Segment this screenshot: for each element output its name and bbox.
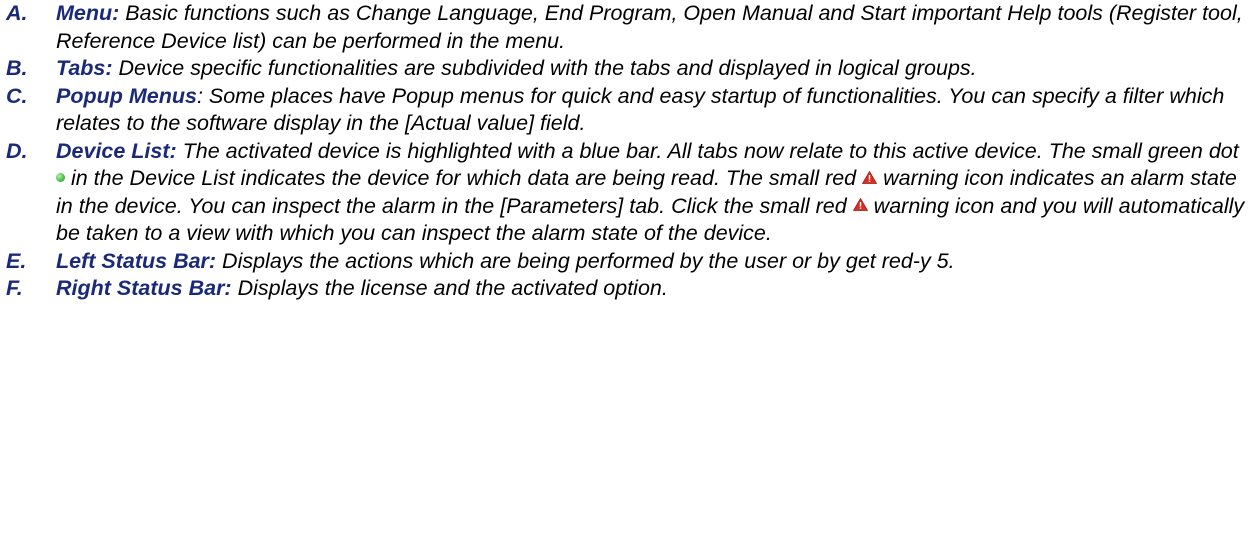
item-term: Left Status Bar: [56, 248, 217, 273]
item-description: : Some places have Popup menus for quick… [56, 83, 1225, 136]
item-term: Menu: [56, 1, 120, 25]
list-item-menu: A. Menu: Basic functions such as Change … [0, 0, 1256, 55]
green-dot-icon [56, 172, 65, 182]
list-item-left-status-bar: E. Left Status Bar: Displays the actions… [0, 248, 1256, 276]
item-term: Popup Menus [56, 83, 197, 108]
item-description: Displays the license and the activated o… [231, 276, 668, 300]
list-item-popup-menus: C. Popup Menus: Some places have Popup m… [0, 83, 1256, 138]
item-description: Device specific functionalities are subd… [112, 56, 977, 80]
item-term: Device List: [56, 138, 177, 163]
item-letter: F. [6, 276, 23, 300]
item-description-part-2: in the Device List indicates the device … [65, 166, 863, 190]
red-warning-icon [862, 170, 878, 184]
item-letter: E. [6, 248, 27, 273]
item-description-part-1: The activated device is highlighted with… [176, 138, 1239, 163]
red-warning-icon [852, 198, 868, 212]
item-term: Right Status Bar: [56, 276, 232, 300]
item-description: Basic functions such as Change Language,… [56, 1, 1243, 53]
item-letter: C. [6, 83, 28, 108]
list-item-right-status-bar: F. Right Status Bar: Displays the licens… [0, 275, 1256, 303]
definition-list: A. Menu: Basic functions such as Change … [0, 0, 1256, 303]
item-letter: B. [6, 56, 28, 80]
item-term: Tabs: [56, 56, 113, 80]
list-item-tabs: B. Tabs: Device specific functionalities… [0, 55, 1256, 83]
item-letter: A. [6, 1, 28, 25]
item-letter: D. [6, 138, 28, 163]
item-description: Displays the actions which are being per… [216, 248, 955, 273]
list-item-device-list: D. Device List: The activated device is … [0, 138, 1256, 248]
